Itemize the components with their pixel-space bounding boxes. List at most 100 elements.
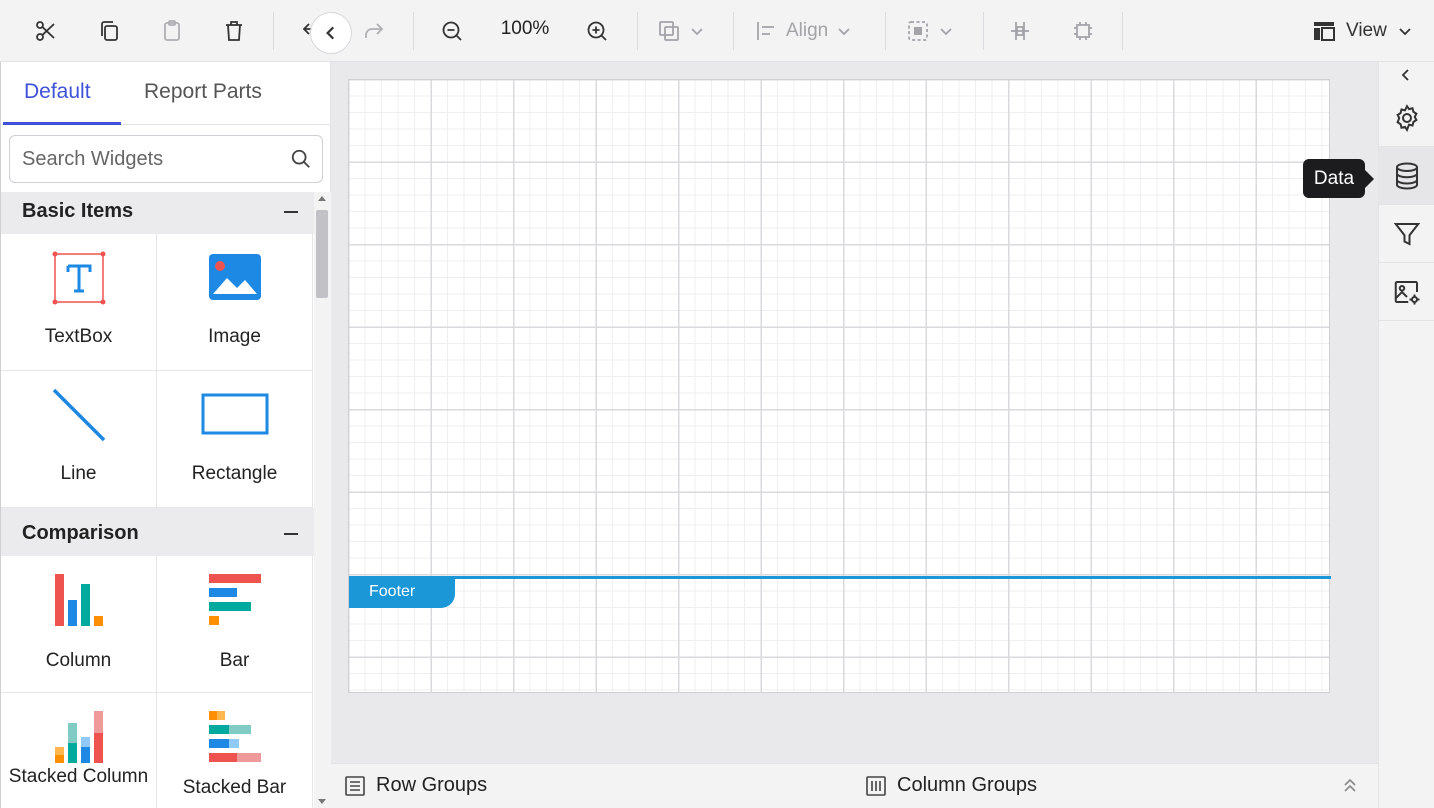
category-comparison[interactable]: Comparison bbox=[1, 508, 314, 556]
zoom-in-button[interactable] bbox=[577, 11, 617, 51]
fit-page-icon bbox=[1074, 22, 1092, 40]
tab-default[interactable]: Default bbox=[24, 80, 91, 104]
double-chevron-up-icon[interactable] bbox=[1341, 776, 1359, 794]
tab-report-parts[interactable]: Report Parts bbox=[144, 80, 262, 104]
data-tooltip: Data bbox=[1303, 159, 1374, 198]
bar-chart-icon bbox=[208, 574, 261, 625]
layers-icon bbox=[659, 21, 679, 41]
data-icon bbox=[1396, 162, 1418, 190]
design-area: Footer bbox=[331, 62, 1378, 763]
row-groups-label: Row Groups bbox=[376, 774, 488, 796]
trash-icon bbox=[226, 21, 242, 41]
line-icon bbox=[52, 388, 105, 442]
widget-label: Rectangle bbox=[191, 463, 278, 484]
copy-icon bbox=[101, 21, 118, 41]
fit-page-button[interactable] bbox=[1063, 11, 1103, 51]
footer-divider[interactable] bbox=[349, 576, 1331, 579]
zoom-out-icon bbox=[442, 21, 462, 41]
widget-bar[interactable]: Bar bbox=[157, 556, 313, 693]
fit-width-button[interactable] bbox=[1000, 11, 1040, 51]
align-dropdown[interactable]: Align bbox=[754, 11, 852, 51]
column-groups-button[interactable]: Column Groups bbox=[865, 774, 1037, 797]
paste-button[interactable] bbox=[152, 11, 192, 51]
zoom-out-button[interactable] bbox=[432, 11, 472, 51]
groups-bar: Row Groups Column Groups bbox=[331, 763, 1378, 808]
stacked-bar-chart-icon bbox=[208, 711, 261, 762]
select-box-icon bbox=[908, 21, 928, 41]
scroll-thumb[interactable] bbox=[316, 210, 328, 298]
footer-tag[interactable]: Footer bbox=[349, 578, 455, 608]
image-settings-icon bbox=[1394, 280, 1420, 304]
widget-label: Image bbox=[208, 326, 261, 347]
widget-rectangle[interactable]: Rectangle bbox=[157, 371, 313, 508]
view-dropdown[interactable]: View bbox=[1312, 11, 1413, 51]
image-icon bbox=[208, 254, 261, 300]
redo-icon bbox=[365, 23, 384, 38]
widget-label: Stacked Column bbox=[8, 766, 149, 787]
tab-underline bbox=[3, 122, 121, 125]
filter-button[interactable] bbox=[1379, 205, 1434, 263]
widget-line[interactable]: Line bbox=[1, 371, 157, 508]
widget-textbox[interactable]: TextBox bbox=[1, 234, 157, 371]
column-chart-icon bbox=[54, 574, 103, 626]
search-icon[interactable] bbox=[290, 148, 312, 170]
properties-strip bbox=[1378, 62, 1434, 808]
data-button[interactable] bbox=[1379, 147, 1434, 205]
cut-button[interactable] bbox=[26, 11, 66, 51]
row-groups-icon bbox=[345, 775, 365, 796]
collapse-panel-button[interactable] bbox=[310, 12, 352, 54]
widget-label: Stacked Bar bbox=[182, 777, 287, 798]
order-dropdown[interactable] bbox=[657, 11, 705, 51]
settings-icon bbox=[1396, 103, 1418, 132]
widget-stacked-column[interactable]: Stacked Column bbox=[1, 693, 157, 808]
widget-stacked-bar[interactable]: Stacked Bar bbox=[157, 693, 313, 808]
fit-width-icon bbox=[1011, 22, 1029, 40]
widget-label: TextBox bbox=[44, 326, 113, 347]
widget-panel: Default Report Parts Basic Items TextBox bbox=[0, 62, 331, 808]
copy-button[interactable] bbox=[89, 11, 129, 51]
scissors-icon bbox=[36, 21, 55, 41]
properties-button[interactable] bbox=[1379, 89, 1434, 147]
widget-label: Line bbox=[60, 463, 97, 484]
report-canvas[interactable]: Footer bbox=[348, 79, 1331, 693]
search-input[interactable] bbox=[22, 144, 282, 174]
collapse-minus-icon[interactable] bbox=[284, 533, 298, 535]
redo-button[interactable] bbox=[354, 11, 394, 51]
chevron-left-icon bbox=[326, 26, 335, 40]
widget-label: Bar bbox=[219, 650, 250, 671]
textbox-icon bbox=[52, 251, 105, 305]
size-dropdown[interactable] bbox=[906, 11, 954, 51]
align-label: Align bbox=[786, 20, 829, 41]
widget-label: Column bbox=[45, 650, 112, 671]
stacked-column-chart-icon bbox=[54, 711, 103, 763]
zoom-level[interactable]: 100% bbox=[492, 18, 558, 40]
chevron-down-icon bbox=[691, 28, 703, 36]
chevron-left-icon[interactable] bbox=[1399, 68, 1413, 82]
rectangle-icon bbox=[201, 393, 268, 435]
category-title: Basic Items bbox=[22, 200, 134, 222]
category-basic-items[interactable]: Basic Items bbox=[1, 192, 314, 234]
chevron-down-icon bbox=[838, 28, 850, 36]
chevron-down-icon bbox=[1399, 28, 1411, 36]
category-title: Comparison bbox=[22, 522, 139, 544]
search-box bbox=[9, 135, 323, 183]
panel-tabs: Default Report Parts bbox=[1, 62, 331, 125]
filter-icon bbox=[1393, 222, 1421, 246]
layout-icon bbox=[1314, 22, 1335, 41]
delete-button[interactable] bbox=[214, 11, 254, 51]
widget-column[interactable]: Column bbox=[1, 556, 157, 693]
scroll-up-arrow[interactable] bbox=[318, 196, 326, 201]
collapse-minus-icon[interactable] bbox=[284, 211, 298, 213]
zoom-in-icon bbox=[587, 21, 607, 41]
column-groups-icon bbox=[866, 775, 886, 796]
widget-image[interactable]: Image bbox=[157, 234, 313, 371]
view-label: View bbox=[1346, 20, 1387, 41]
row-groups-button[interactable]: Row Groups bbox=[344, 774, 487, 797]
align-left-icon bbox=[757, 22, 774, 40]
widget-list: Basic Items TextBox Image Line Rectangle… bbox=[1, 192, 314, 808]
scroll-down-arrow[interactable] bbox=[318, 799, 326, 804]
column-groups-label: Column Groups bbox=[897, 774, 1038, 796]
widget-scrollbar[interactable] bbox=[314, 192, 331, 808]
image-settings-button[interactable] bbox=[1379, 263, 1434, 321]
chevron-down-icon bbox=[940, 28, 952, 36]
